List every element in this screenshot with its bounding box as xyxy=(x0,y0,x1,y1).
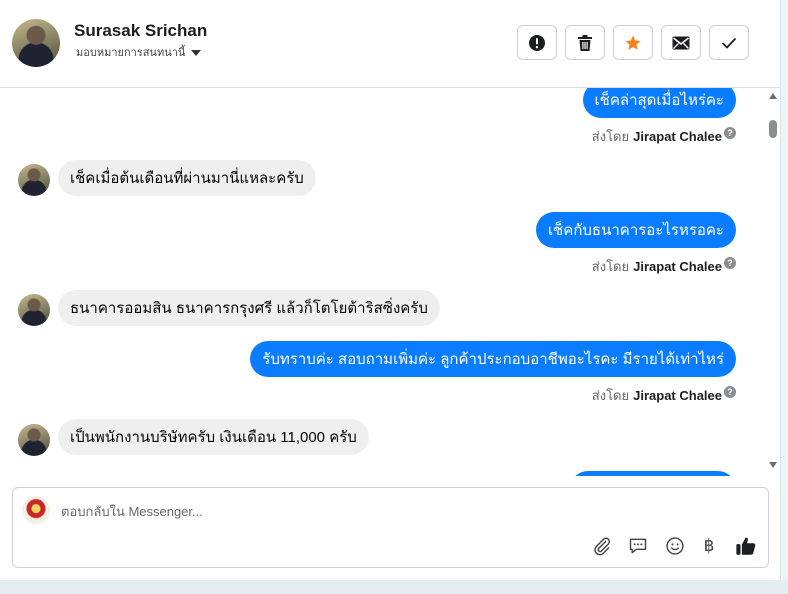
sender-name: Jirapat Chalee xyxy=(633,129,722,144)
mark-unread-button[interactable] xyxy=(661,25,701,60)
incoming-message: เช็คเมื่อต้นเดือนที่ผ่านมานี่แหละครับ xyxy=(58,160,316,196)
contact-name[interactable]: Surasak Srichan xyxy=(74,21,207,41)
payment-button[interactable]: ฿ xyxy=(697,534,721,558)
contact-avatar-small xyxy=(18,424,50,456)
scroll-up-arrow-icon[interactable] xyxy=(769,93,777,99)
page-avatar xyxy=(22,496,50,524)
conversation-header: Surasak Srichan มอบหมายการสนทนานี้ xyxy=(0,0,781,88)
window-edge xyxy=(781,0,788,594)
trash-icon xyxy=(578,34,592,51)
outgoing-message: รับทราบค่ะ สอบถามเพิ่มค่ะ ลูกค้าประกอบอา… xyxy=(250,341,736,377)
report-button[interactable] xyxy=(517,25,557,60)
help-icon[interactable]: ? xyxy=(724,386,736,398)
outgoing-message-partial xyxy=(570,471,736,476)
sent-by-label: ส่งโดย Jirapat Chalee xyxy=(592,126,722,147)
sent-by-prefix: ส่งโดย xyxy=(591,388,630,403)
assign-conversation-dropdown[interactable]: มอบหมายการสนทนานี้ xyxy=(76,45,202,59)
done-button[interactable] xyxy=(709,25,749,60)
reply-composer: ฿ xyxy=(12,487,769,568)
envelope-icon xyxy=(672,36,690,49)
exclamation-circle-icon xyxy=(529,34,545,51)
reply-input[interactable] xyxy=(61,501,661,521)
assign-label: มอบหมายการสนทนานี้ xyxy=(76,47,186,59)
message-thread[interactable]: เช็คล่าสุดเมื่อไหร่คะ ส่งโดย Jirapat Cha… xyxy=(0,88,766,476)
like-button[interactable] xyxy=(734,534,758,558)
incoming-message: เป็นพนักงานบริษัทครับ เงินเดือน 11,000 ค… xyxy=(58,419,369,455)
emoji-button[interactable] xyxy=(663,534,687,558)
contact-avatar-small xyxy=(18,164,50,196)
sender-name: Jirapat Chalee xyxy=(633,259,722,274)
sender-name: Jirapat Chalee xyxy=(633,388,722,403)
baht-icon: ฿ xyxy=(703,536,715,556)
speech-bubble-icon xyxy=(629,538,647,554)
outgoing-message: เช็คกับธนาคารอะไรหรอคะ xyxy=(535,212,736,248)
scroll-thumb[interactable] xyxy=(769,120,777,138)
contact-avatar[interactable] xyxy=(12,19,60,67)
scroll-down-arrow-icon[interactable] xyxy=(769,462,777,468)
star-button[interactable] xyxy=(613,25,653,60)
sent-by-label: ส่งโดย Jirapat Chalee xyxy=(592,256,722,277)
sent-by-label: ส่งโดย Jirapat Chalee xyxy=(592,385,722,406)
help-icon[interactable]: ? xyxy=(724,257,736,269)
sent-by-prefix: ส่งโดย xyxy=(591,259,630,274)
attach-button[interactable] xyxy=(590,534,614,558)
message-scrollbar[interactable] xyxy=(766,88,781,478)
outgoing-message: เช็คล่าสุดเมื่อไหร่คะ xyxy=(582,88,736,118)
sent-by-prefix: ส่งโดย xyxy=(591,129,630,144)
incoming-message: ธนาคารออมสิน ธนาคารกรุงศรี แล้วก็โตโยต้า… xyxy=(58,290,440,326)
check-icon xyxy=(721,37,737,49)
smiley-icon xyxy=(666,537,684,555)
saved-replies-button[interactable] xyxy=(626,534,650,558)
paperclip-icon xyxy=(594,537,610,556)
delete-button[interactable] xyxy=(565,25,605,60)
conversation-panel: Surasak Srichan มอบหมายการสนทนานี้ เช็คล… xyxy=(0,0,781,580)
contact-avatar-small xyxy=(18,294,50,326)
help-icon[interactable]: ? xyxy=(724,127,736,139)
caret-down-icon xyxy=(191,50,202,56)
window-bottom-edge xyxy=(0,580,788,594)
thumbs-up-icon xyxy=(736,537,756,555)
star-icon xyxy=(625,35,641,50)
